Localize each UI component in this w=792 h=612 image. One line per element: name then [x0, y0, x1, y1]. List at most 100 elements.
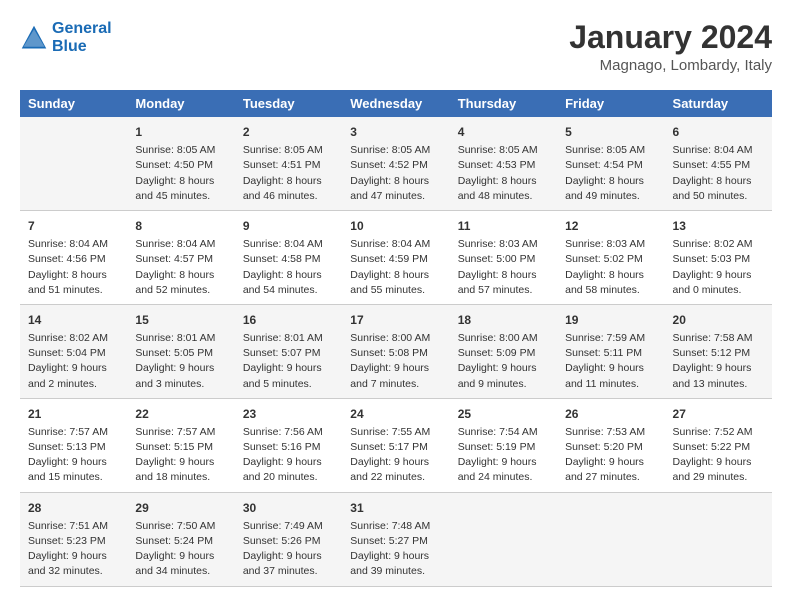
sunset-text: Sunset: 5:22 PM — [673, 440, 764, 455]
daylight-text: Daylight: 9 hours and 29 minutes. — [673, 455, 764, 485]
sunset-text: Sunset: 4:54 PM — [565, 158, 656, 173]
header-tuesday: Tuesday — [235, 90, 342, 117]
daylight-text: Daylight: 8 hours and 46 minutes. — [243, 174, 334, 204]
calendar-cell: 20Sunrise: 7:58 AMSunset: 5:12 PMDayligh… — [665, 304, 772, 398]
sunset-text: Sunset: 5:04 PM — [28, 346, 119, 361]
sunset-text: Sunset: 5:11 PM — [565, 346, 656, 361]
cell-content: Sunrise: 7:50 AMSunset: 5:24 PMDaylight:… — [135, 519, 226, 580]
logo-text: General Blue — [52, 20, 112, 56]
sunrise-text: Sunrise: 7:59 AM — [565, 331, 656, 346]
sunrise-text: Sunrise: 8:05 AM — [350, 143, 441, 158]
day-number: 15 — [135, 311, 226, 329]
cell-content: Sunrise: 8:01 AMSunset: 5:07 PMDaylight:… — [243, 331, 334, 392]
sunrise-text: Sunrise: 8:03 AM — [458, 237, 549, 252]
day-number: 13 — [673, 217, 764, 235]
sunset-text: Sunset: 5:08 PM — [350, 346, 441, 361]
sunrise-text: Sunrise: 8:02 AM — [28, 331, 119, 346]
header-monday: Monday — [127, 90, 234, 117]
calendar-cell: 30Sunrise: 7:49 AMSunset: 5:26 PMDayligh… — [235, 492, 342, 586]
daylight-text: Daylight: 9 hours and 7 minutes. — [350, 361, 441, 391]
day-number: 4 — [458, 123, 549, 141]
calendar-week-2: 7Sunrise: 8:04 AMSunset: 4:56 PMDaylight… — [20, 211, 772, 305]
sunrise-text: Sunrise: 8:03 AM — [565, 237, 656, 252]
sunrise-text: Sunrise: 8:05 AM — [458, 143, 549, 158]
sunset-text: Sunset: 4:52 PM — [350, 158, 441, 173]
cell-content: Sunrise: 7:53 AMSunset: 5:20 PMDaylight:… — [565, 425, 656, 486]
day-number: 23 — [243, 405, 334, 423]
sunset-text: Sunset: 4:59 PM — [350, 252, 441, 267]
sunrise-text: Sunrise: 8:05 AM — [135, 143, 226, 158]
calendar-cell: 17Sunrise: 8:00 AMSunset: 5:08 PMDayligh… — [342, 304, 449, 398]
daylight-text: Daylight: 8 hours and 54 minutes. — [243, 268, 334, 298]
sunrise-text: Sunrise: 8:04 AM — [673, 143, 764, 158]
sunset-text: Sunset: 5:24 PM — [135, 534, 226, 549]
day-number: 31 — [350, 499, 441, 517]
calendar-cell — [450, 492, 557, 586]
daylight-text: Daylight: 8 hours and 52 minutes. — [135, 268, 226, 298]
daylight-text: Daylight: 9 hours and 24 minutes. — [458, 455, 549, 485]
calendar-cell: 29Sunrise: 7:50 AMSunset: 5:24 PMDayligh… — [127, 492, 234, 586]
sunrise-text: Sunrise: 8:01 AM — [135, 331, 226, 346]
calendar-cell — [20, 117, 127, 210]
header-thursday: Thursday — [450, 90, 557, 117]
calendar-cell: 28Sunrise: 7:51 AMSunset: 5:23 PMDayligh… — [20, 492, 127, 586]
calendar-cell: 22Sunrise: 7:57 AMSunset: 5:15 PMDayligh… — [127, 398, 234, 492]
calendar-cell: 1Sunrise: 8:05 AMSunset: 4:50 PMDaylight… — [127, 117, 234, 210]
cell-content: Sunrise: 7:59 AMSunset: 5:11 PMDaylight:… — [565, 331, 656, 392]
sunset-text: Sunset: 5:07 PM — [243, 346, 334, 361]
calendar-header-row: SundayMondayTuesdayWednesdayThursdayFrid… — [20, 90, 772, 117]
calendar-cell: 25Sunrise: 7:54 AMSunset: 5:19 PMDayligh… — [450, 398, 557, 492]
cell-content: Sunrise: 7:58 AMSunset: 5:12 PMDaylight:… — [673, 331, 764, 392]
sunrise-text: Sunrise: 7:51 AM — [28, 519, 119, 534]
sunrise-text: Sunrise: 7:49 AM — [243, 519, 334, 534]
sunrise-text: Sunrise: 7:57 AM — [135, 425, 226, 440]
cell-content: Sunrise: 7:52 AMSunset: 5:22 PMDaylight:… — [673, 425, 764, 486]
cell-content: Sunrise: 8:00 AMSunset: 5:08 PMDaylight:… — [350, 331, 441, 392]
cell-content: Sunrise: 8:00 AMSunset: 5:09 PMDaylight:… — [458, 331, 549, 392]
cell-content: Sunrise: 8:05 AMSunset: 4:52 PMDaylight:… — [350, 143, 441, 204]
daylight-text: Daylight: 9 hours and 32 minutes. — [28, 549, 119, 579]
daylight-text: Daylight: 8 hours and 55 minutes. — [350, 268, 441, 298]
cell-content: Sunrise: 7:56 AMSunset: 5:16 PMDaylight:… — [243, 425, 334, 486]
cell-content: Sunrise: 8:05 AMSunset: 4:50 PMDaylight:… — [135, 143, 226, 204]
cell-content: Sunrise: 8:04 AMSunset: 4:57 PMDaylight:… — [135, 237, 226, 298]
calendar-table: SundayMondayTuesdayWednesdayThursdayFrid… — [20, 90, 772, 586]
cell-content: Sunrise: 8:02 AMSunset: 5:03 PMDaylight:… — [673, 237, 764, 298]
sunset-text: Sunset: 5:12 PM — [673, 346, 764, 361]
daylight-text: Daylight: 9 hours and 0 minutes. — [673, 268, 764, 298]
calendar-cell: 18 Sunrise: 8:00 AMSunset: 5:09 PMDayligh… — [450, 304, 557, 398]
sunset-text: Sunset: 5:17 PM — [350, 440, 441, 455]
header-wednesday: Wednesday — [342, 90, 449, 117]
month-title: January 2024 — [569, 20, 772, 55]
daylight-text: Daylight: 8 hours and 50 minutes. — [673, 174, 764, 204]
day-number: 18 — [458, 311, 549, 329]
daylight-text: Daylight: 9 hours and 3 minutes. — [135, 361, 226, 391]
sunset-text: Sunset: 5:03 PM — [673, 252, 764, 267]
day-number: 2 — [243, 123, 334, 141]
daylight-text: Daylight: 9 hours and 27 minutes. — [565, 455, 656, 485]
cell-content: Sunrise: 7:57 AMSunset: 5:13 PMDaylight:… — [28, 425, 119, 486]
calendar-cell: 23 Sunrise: 7:56 AMSunset: 5:16 PMDayligh… — [235, 398, 342, 492]
calendar-cell: 10Sunrise: 8:04 AMSunset: 4:59 PMDayligh… — [342, 211, 449, 305]
calendar-cell: 24Sunrise: 7:55 AMSunset: 5:17 PMDayligh… — [342, 398, 449, 492]
cell-content: Sunrise: 8:05 AMSunset: 4:51 PMDaylight:… — [243, 143, 334, 204]
daylight-text: Daylight: 9 hours and 39 minutes. — [350, 549, 441, 579]
cell-content: Sunrise: 8:04 AMSunset: 4:58 PMDaylight:… — [243, 237, 334, 298]
sunrise-text: Sunrise: 7:55 AM — [350, 425, 441, 440]
sunset-text: Sunset: 5:13 PM — [28, 440, 119, 455]
daylight-text: Daylight: 8 hours and 57 minutes. — [458, 268, 549, 298]
logo-icon — [20, 24, 48, 52]
day-number: 8 — [135, 217, 226, 235]
daylight-text: Daylight: 8 hours and 49 minutes. — [565, 174, 656, 204]
sunrise-text: Sunrise: 7:50 AM — [135, 519, 226, 534]
day-number: 10 — [350, 217, 441, 235]
sunrise-text: Sunrise: 8:05 AM — [243, 143, 334, 158]
daylight-text: Daylight: 9 hours and 37 minutes. — [243, 549, 334, 579]
day-number: 27 — [673, 405, 764, 423]
calendar-cell: 21Sunrise: 7:57 AMSunset: 5:13 PMDayligh… — [20, 398, 127, 492]
daylight-text: Daylight: 9 hours and 11 minutes. — [565, 361, 656, 391]
cell-content: Sunrise: 8:03 AMSunset: 5:00 PMDaylight:… — [458, 237, 549, 298]
day-number: 12 — [565, 217, 656, 235]
title-block: January 2024 Magnago, Lombardy, Italy — [569, 20, 772, 74]
daylight-text: Daylight: 9 hours and 9 minutes. — [458, 361, 549, 391]
